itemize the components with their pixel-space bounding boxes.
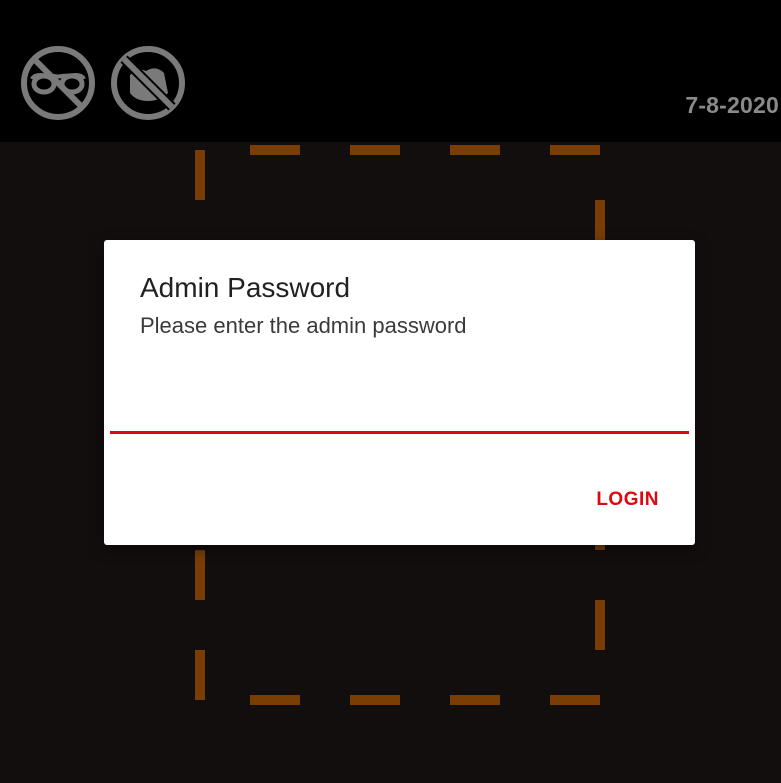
dialog-message: Please enter the admin password [140,313,467,338]
app-screen: 7-8-2020 Admin Password Please enter the… [0,0,781,783]
login-button[interactable]: LOGIN [586,480,669,520]
admin-password-dialog: Admin Password Please enter the admin pa… [104,240,695,545]
password-input[interactable] [110,390,689,434]
dialog-title: Admin Password [140,272,351,303]
